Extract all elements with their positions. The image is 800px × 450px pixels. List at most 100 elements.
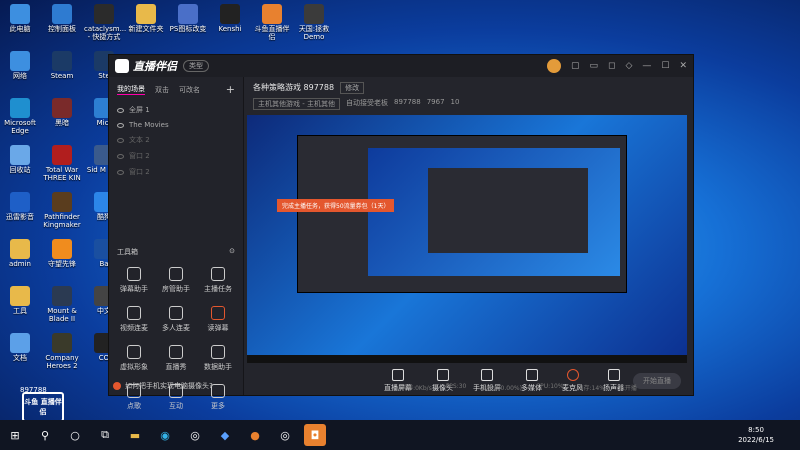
eye-icon[interactable]: [117, 122, 124, 128]
tab-my-scenes[interactable]: 我的场景: [117, 84, 145, 95]
feishu-icon[interactable]: ◆: [214, 424, 236, 446]
tab-rename[interactable]: 可改名: [179, 85, 200, 95]
admin-icon: [169, 267, 183, 281]
search-icon[interactable]: ⚲: [34, 424, 56, 446]
network-icon: [10, 51, 30, 71]
toolbox-header: 工具箱 ⊙: [117, 247, 235, 257]
steam-icon[interactable]: ◎: [274, 424, 296, 446]
left-panel: 我的场景 双击 可改名 + 全屏 1 The Movies 文本 2 窗口 2 …: [109, 77, 244, 410]
desktop-icon[interactable]: Microsoft Edge: [0, 98, 40, 135]
totalwar-icon: [52, 145, 72, 165]
minimize-icon[interactable]: —: [642, 61, 651, 71]
stream-id: 897788: [20, 386, 47, 394]
desktop-icon[interactable]: 天国:拯救 Demo: [294, 4, 334, 41]
desktop-icon[interactable]: 迅雷影音: [0, 192, 40, 221]
skin-icon[interactable]: ◇: [625, 61, 632, 71]
desktop-icon[interactable]: PS图标改变: [168, 4, 208, 33]
type-button[interactable]: 类型: [183, 60, 209, 72]
task-view-icon[interactable]: ⧉: [94, 424, 116, 446]
desktop-icon[interactable]: 守望先锋: [42, 239, 82, 268]
desktop-icon[interactable]: Mount & Blade II: [42, 286, 82, 323]
maximize-icon[interactable]: ☐: [661, 61, 669, 71]
scene-item[interactable]: 全屏 1: [109, 102, 243, 118]
more-tools-icon: [211, 384, 225, 398]
douyu-icon[interactable]: ◘: [304, 424, 326, 446]
desktop-icon[interactable]: 此电脑: [0, 4, 40, 33]
desktop-icon[interactable]: Steam: [42, 51, 82, 80]
desktop-icon[interactable]: Kenshi: [210, 4, 250, 33]
tab-double-click[interactable]: 双击: [155, 85, 169, 95]
douyu-icon[interactable]: ●: [244, 424, 266, 446]
eye-icon[interactable]: [117, 137, 124, 143]
desktop-icon[interactable]: 斗鱼直播伴侣: [252, 4, 292, 41]
tool-danmu-helper[interactable]: 弹幕助手: [113, 267, 155, 294]
scene-item[interactable]: 文本 2: [109, 132, 243, 148]
logo-icon: [115, 59, 129, 73]
desktop-icon[interactable]: 网络: [0, 51, 40, 80]
add-scene-button[interactable]: +: [226, 83, 235, 96]
clock[interactable]: 8:50 2022/6/15: [738, 425, 774, 445]
edge-icon[interactable]: ◉: [154, 424, 176, 446]
tool-live-show[interactable]: 直播秀: [155, 345, 197, 372]
help-tip[interactable]: 如何把手机实现电脑摄像头?: [113, 381, 213, 391]
video-link-icon: [127, 306, 141, 320]
douyu-live-companion-window: 直播伴侣 类型 ▢ ▭ ◻ ◇ — ☐ ✕ 我的场景 双击 可改名 + 全屏 1…: [108, 54, 694, 410]
desktop-icon[interactable]: 工具: [0, 286, 40, 315]
notice-icon[interactable]: ◻: [608, 61, 615, 71]
desktop-icon[interactable]: Total War THREE KIN: [42, 145, 82, 182]
desktop-icon[interactable]: admin: [0, 239, 40, 268]
preview-nested-desktop: [368, 148, 620, 276]
room-info: 各种策略游戏 897788 修改 主机其他游戏 - 主机其他 自动接受老板 897…: [245, 77, 693, 115]
task-banner[interactable]: 完成主播任务，获得50流量券包（1天）: [277, 199, 395, 212]
kenshi-icon: [220, 4, 240, 24]
scene-item[interactable]: 窗口 2: [109, 148, 243, 164]
data-icon: [211, 345, 225, 359]
ps-icon: [178, 4, 198, 24]
desktop-icon[interactable]: 回收站: [0, 145, 40, 174]
category[interactable]: 主机其他游戏 - 主机其他: [253, 98, 340, 110]
titlebar-controls: ▢ ▭ ◻ ◇ — ☐ ✕: [546, 59, 687, 73]
stream-preview[interactable]: 完成主播任务，获得50流量券包（1天）: [247, 115, 687, 363]
desktop-icon[interactable]: 黑暗: [42, 98, 82, 127]
eye-icon[interactable]: [117, 107, 124, 113]
desktop-icon[interactable]: Pathfinder Kingmaker: [42, 192, 82, 229]
tool-video-link[interactable]: 视频连麦: [113, 306, 155, 333]
scene-tabs: 我的场景 双击 可改名 +: [109, 77, 243, 102]
document-icon: [10, 333, 30, 353]
steam-icon[interactable]: ◎: [184, 424, 206, 446]
desktop-icon[interactable]: Company Heroes 2: [42, 333, 82, 370]
close-icon[interactable]: ✕: [679, 61, 687, 71]
cataclysm-icon: [94, 4, 114, 24]
eye-icon[interactable]: [117, 153, 124, 159]
auto-accept[interactable]: 自动接受老板: [346, 98, 388, 110]
taskbar: ⊞ ⚲ ○ ⧉ ▬ ◉ ◎ ◆ ● ◎ ◘ 8:50 2022/6/15: [0, 420, 800, 450]
tool-multi-link[interactable]: 多人连麦: [155, 306, 197, 333]
game-icon: [52, 98, 72, 118]
screen-icon[interactable]: ▭: [589, 61, 598, 71]
fans-count: 10: [450, 98, 460, 106]
preview-taskbar: [247, 355, 687, 363]
task-icon: [211, 267, 225, 281]
folder-icon: [136, 4, 156, 24]
desktop-icon[interactable]: cataclysm... - 快捷方式: [84, 4, 126, 41]
desktop-icon[interactable]: 控制面板: [42, 4, 82, 33]
tool-streamer-task[interactable]: 主播任务: [197, 267, 239, 294]
avatar-icon[interactable]: [546, 59, 561, 73]
tool-read-danmu[interactable]: 读弹幕: [197, 306, 239, 333]
desktop-icon[interactable]: 文档: [0, 333, 40, 362]
tool-avatar[interactable]: 虚拟形象: [113, 345, 155, 372]
desktop-icon[interactable]: 新建文件夹: [126, 4, 166, 33]
more-icon[interactable]: ⊙: [229, 247, 235, 257]
cortana-icon[interactable]: ○: [64, 424, 86, 446]
windows-icon[interactable]: ⊞: [4, 424, 26, 446]
eye-icon[interactable]: [117, 169, 124, 175]
scene-item[interactable]: The Movies: [109, 118, 243, 132]
modify-button[interactable]: 修改: [340, 82, 365, 94]
tool-room-admin[interactable]: 房管助手: [155, 267, 197, 294]
media-icon: [525, 369, 538, 381]
tool-data-helper[interactable]: 数据助手: [197, 345, 239, 372]
explorer-icon[interactable]: ▬: [124, 424, 146, 446]
app-logo: 直播伴侣: [115, 58, 177, 74]
gift-icon[interactable]: ▢: [571, 61, 580, 71]
scene-item[interactable]: 窗口 2: [109, 164, 243, 180]
